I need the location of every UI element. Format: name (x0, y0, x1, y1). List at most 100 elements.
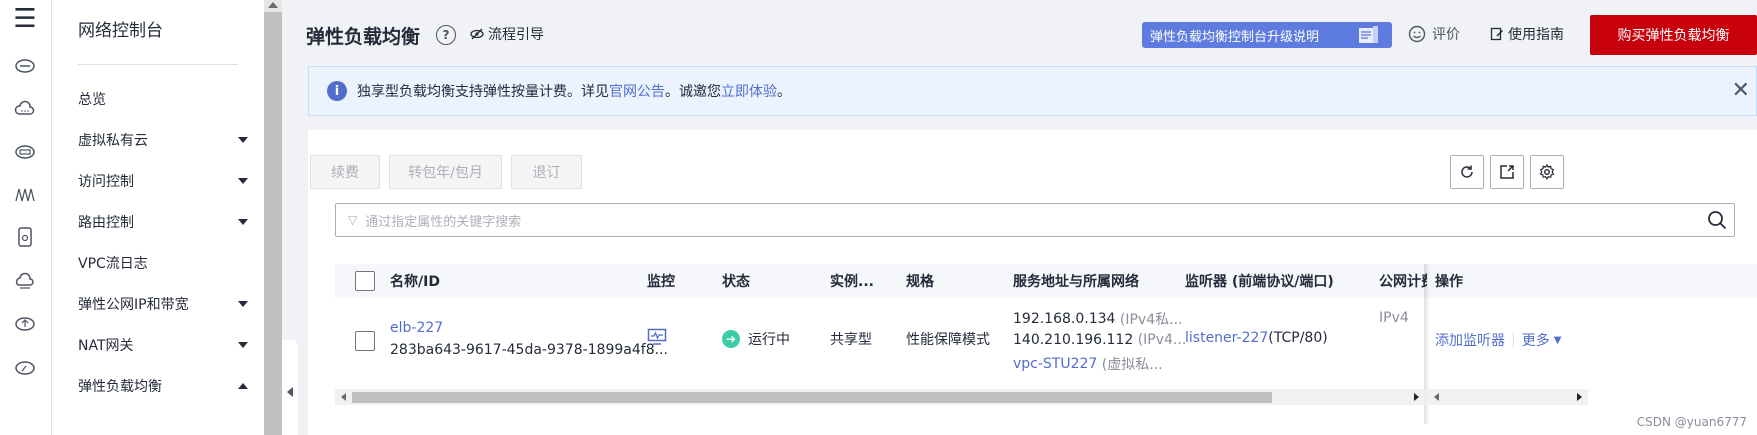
listener-protocol: (TCP/80) (1268, 330, 1328, 346)
cloud-speed-icon[interactable] (12, 354, 38, 380)
close-icon[interactable]: ✕ (1732, 78, 1750, 103)
caret-down-icon (238, 137, 248, 143)
sidebar-item-vpc[interactable]: 虚拟私有云 (78, 128, 248, 152)
scroll-up-arrow-icon[interactable] (268, 2, 278, 8)
table-header: 名称/ID 监控 状态 实例... 规格 服务地址与所属网络 监听器 (前端协议… (335, 264, 1757, 298)
scroll-left-arrow-icon[interactable] (341, 393, 346, 401)
try-now-link[interactable]: 立即体验 (721, 81, 777, 101)
actions-horizontal-scrollbar[interactable] (1428, 389, 1588, 405)
convert-to-yearly-monthly-button[interactable]: 转包年/包月 (389, 155, 502, 189)
column-header-listener[interactable]: 监听器 (前端协议/端口) (1185, 264, 1334, 298)
elb-name-link[interactable]: elb-227 (390, 320, 443, 336)
sidebar-scrollbar-thumb[interactable] (264, 12, 282, 435)
search-input[interactable]: ▽ 通过指定属性的关键字搜索 (335, 203, 1735, 237)
export-button[interactable] (1490, 155, 1524, 189)
column-header-instance-type[interactable]: 实例... (830, 264, 874, 298)
help-icon[interactable]: ? (436, 25, 456, 45)
process-guide-link[interactable]: 流程引导 (470, 24, 544, 44)
sidebar-item-access-control[interactable]: 访问控制 (78, 169, 248, 193)
cloud-icon[interactable] (12, 96, 38, 122)
sidebar-item-elb[interactable]: 弹性负载均衡 (78, 374, 248, 398)
column-header-public-billing[interactable]: 公网计费 (1379, 264, 1427, 298)
sidebar-item-label: 弹性公网IP和带宽 (78, 297, 189, 313)
collapse-sidebar-button[interactable] (282, 340, 298, 435)
eye-off-icon (470, 28, 484, 40)
add-listener-link[interactable]: 添加监听器 (1435, 330, 1505, 350)
user-guide-link[interactable]: 使用指南 (1490, 24, 1564, 44)
refresh-button[interactable] (1450, 155, 1484, 189)
table-scrollbar-thumb[interactable] (352, 392, 1272, 403)
checkbox[interactable] (355, 271, 375, 291)
notice-text: 。 (777, 84, 791, 100)
caret-down-icon (238, 178, 248, 184)
checkbox[interactable] (355, 331, 375, 351)
sidebar-item-vpc-flow-log[interactable]: VPC流日志 (78, 251, 248, 275)
select-all-checkbox[interactable] (355, 264, 375, 298)
cloud-server-icon[interactable] (12, 52, 38, 78)
process-guide-label: 流程引导 (488, 27, 544, 43)
network-wave-icon[interactable] (12, 182, 38, 208)
gear-icon (1539, 164, 1555, 180)
caret-down-icon (238, 301, 248, 307)
public-ip: 140.210.196.112 (1013, 332, 1134, 348)
refresh-icon (1461, 165, 1473, 178)
caret-down-icon (238, 342, 248, 348)
sidebar-item-overview[interactable]: 总览 (78, 87, 248, 111)
storage-icon[interactable] (12, 138, 38, 164)
page-title: 弹性负载均衡 (306, 26, 421, 48)
unsubscribe-button[interactable]: 退订 (511, 155, 582, 189)
column-header-status[interactable]: 状态 (722, 264, 750, 298)
main-content: 弹性负载均衡 ? 流程引导 弹性负载均衡控制台升级说明 评价 使用指南 购买弹性… (298, 0, 1757, 435)
sidebar-item-route-control[interactable]: 路由控制 (78, 210, 248, 234)
column-header-name-id[interactable]: 名称/ID (390, 264, 440, 298)
export-icon (1500, 165, 1514, 179)
upgrade-notes-banner[interactable]: 弹性负载均衡控制台升级说明 (1142, 22, 1392, 48)
user-guide-label: 使用指南 (1508, 27, 1564, 43)
column-header-service-address[interactable]: 服务地址与所属网络 (1013, 264, 1139, 298)
page-header: 弹性负载均衡 ? 流程引导 弹性负载均衡控制台升级说明 评价 使用指南 购买弹性… (298, 0, 1757, 66)
device-icon[interactable] (12, 224, 38, 250)
scroll-left-arrow-icon[interactable] (1434, 393, 1439, 401)
cloud-upload-icon[interactable] (12, 310, 38, 336)
sidebar-item-label: VPC流日志 (78, 256, 148, 272)
rate-button[interactable]: 评价 (1408, 24, 1460, 44)
column-header-spec[interactable]: 规格 (906, 264, 934, 298)
sidebar-item-label: NAT网关 (78, 338, 134, 354)
actions-cell: 添加监听器 | 更多 ▼ (1435, 330, 1561, 350)
upgrade-notes-label: 弹性负载均衡控制台升级说明 (1150, 29, 1320, 45)
vpc-tag: (虚拟私... (1101, 357, 1163, 373)
vpc-link[interactable]: vpc-STU227 (1013, 356, 1097, 372)
monitor-icon[interactable] (647, 328, 667, 346)
sidebar-item-nat-gateway[interactable]: NAT网关 (78, 333, 248, 357)
listener-cell: listener-227 (TCP/80) (1185, 330, 1328, 346)
elb-list-panel: 续费 转包年/包月 退订 ▽ 通过指定属性的关键字搜索 名称/ID 监控 状态 … (308, 130, 1757, 435)
cloud-layers-icon[interactable] (12, 268, 38, 294)
scroll-right-arrow-icon[interactable] (1414, 393, 1419, 401)
nav-divider (78, 64, 238, 65)
search-icon[interactable] (1706, 209, 1728, 231)
renew-button[interactable]: 续费 (310, 155, 380, 189)
table-row: elb-227 283ba643-9617-45da-9378-1899a4f8… (335, 298, 1757, 384)
listener-link[interactable]: listener-227 (1185, 330, 1268, 346)
notice-text: 独享型负载均衡支持弹性按量计费。详见 (357, 84, 609, 100)
column-header-actions: 操作 (1435, 274, 1463, 290)
service-icon-rail: ☰ (0, 0, 52, 435)
table-horizontal-scrollbar[interactable] (335, 389, 1425, 405)
sidebar-item-label: 总览 (78, 92, 106, 108)
sidebar-item-label: 虚拟私有云 (78, 133, 148, 149)
chevron-down-icon[interactable]: ▼ (1554, 335, 1562, 346)
sidebar-item-eip-bandwidth[interactable]: 弹性公网IP和带宽 (78, 292, 248, 316)
public-billing: IPv4 (1379, 310, 1409, 326)
official-announcement-link[interactable]: 官网公告 (609, 81, 665, 101)
sidebar-item-label: 路由控制 (78, 215, 134, 231)
scroll-right-arrow-icon[interactable] (1577, 393, 1582, 401)
row-checkbox[interactable] (355, 331, 375, 351)
column-header-monitor[interactable]: 监控 (647, 264, 675, 298)
buy-elb-button[interactable]: 购买弹性负载均衡 (1590, 15, 1757, 55)
hamburger-menu-icon[interactable]: ☰ (12, 4, 38, 34)
document-icon (1354, 22, 1382, 48)
status-text: 运行中 (748, 332, 790, 348)
settings-button[interactable] (1530, 155, 1564, 189)
sidebar-item-label: 弹性负载均衡 (78, 379, 162, 395)
more-actions-dropdown[interactable]: 更多 (1522, 330, 1550, 350)
